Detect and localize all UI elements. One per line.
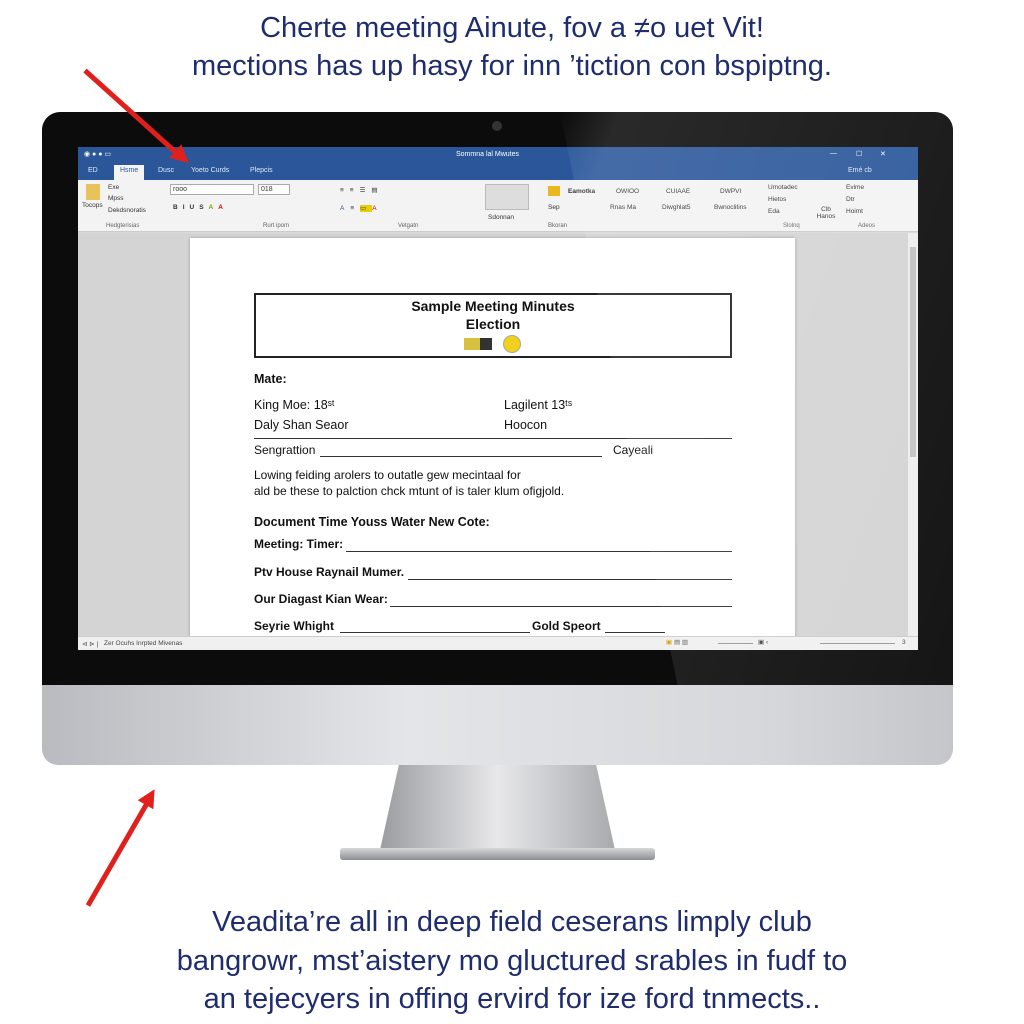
view-icons[interactable]: ▣ ▤ ▥: [666, 638, 688, 646]
bottom-caption-line-3: an tejecyers in offing ervird for ize fo…: [203, 983, 821, 1015]
editing-item-1[interactable]: Umotadec: [768, 184, 798, 191]
folder-icon: [548, 186, 560, 196]
right-item-2[interactable]: Dtr: [846, 196, 855, 203]
window-title: Sommna lal Mwutes: [456, 151, 520, 158]
our-diagast-line[interactable]: [390, 606, 732, 607]
ribbon: Tocops Exe Mpss Dekdsnoratis Hedgterisia…: [78, 180, 918, 232]
our-diagast-label: Our Diagast Kian Wear:: [254, 592, 388, 606]
ptv-house-label: Ptv House Raynail Mumer.: [254, 565, 405, 579]
paragraph-group-label: Vetgatn: [398, 223, 419, 229]
camera: [492, 121, 502, 131]
tab-yoeto-curds[interactable]: Yoeto Curds: [191, 167, 229, 174]
mate-label: Mate:: [254, 372, 287, 386]
tab-dusc[interactable]: Dusc: [158, 167, 174, 174]
doc-subtitle: Election: [465, 316, 521, 332]
tab-plepcis[interactable]: Plepcis: [250, 167, 273, 174]
meeting-timer-line[interactable]: [346, 551, 732, 552]
tab-home[interactable]: Hsme: [114, 165, 145, 180]
red-arrow-bottom: [85, 800, 151, 907]
zoom-level[interactable]: 3: [902, 639, 906, 646]
monitor-chin: [42, 685, 953, 765]
maximize-button[interactable]: ☐: [856, 150, 862, 158]
doc-title: Sample Meeting Minutes: [411, 298, 575, 314]
format-painter-button[interactable]: Dekdsnoratis: [108, 207, 146, 214]
style-2[interactable]: OWIOO: [616, 188, 639, 195]
close-button[interactable]: ✕: [880, 150, 886, 158]
cut-button[interactable]: Exe: [108, 184, 119, 191]
fit-icon[interactable]: ▣ ‹: [758, 638, 768, 646]
minimize-button[interactable]: —: [830, 150, 837, 157]
sengrattion-label: Sengrattion: [254, 443, 316, 457]
paste-icon: [86, 184, 100, 200]
seyrie-line[interactable]: [340, 632, 530, 633]
editing-item-2[interactable]: Hietos: [768, 196, 786, 203]
top-caption-line-2: mections has up hasy for inn ’tiction co…: [192, 50, 832, 82]
font-group-label: Rurt ipom: [263, 223, 290, 229]
styles-preview[interactable]: [485, 184, 529, 210]
gold-line[interactable]: [605, 632, 665, 633]
clipboard-group-label: Hedgterisias: [106, 223, 140, 229]
style-sub-4[interactable]: Bwnoclitins: [714, 204, 747, 211]
user-account[interactable]: Emé cb: [848, 167, 872, 174]
paragraph-line-2: ald be these to palction chck mtunt of i…: [254, 484, 565, 498]
document-page[interactable]: Sample Meeting Minutes Election Mate: Ki…: [190, 238, 795, 648]
copy-button[interactable]: Mpss: [108, 195, 124, 202]
style-sub-3[interactable]: Diwghlat5: [662, 204, 691, 211]
sengrattion-line[interactable]: [320, 456, 602, 457]
paragraph-line-1: Lowing feiding arolers to outatle gew me…: [254, 468, 521, 482]
style-sub-2[interactable]: Rnas Ma: [610, 204, 636, 211]
editing-group-label: Slolnq: [783, 223, 800, 229]
scroll-thumb[interactable]: [910, 247, 916, 457]
ribbon-tabs: ED Hsme Dusc Yoeto Curds Plepcis Emé cb: [78, 163, 918, 180]
bottom-caption-line-2: bangrowr, mst’aistery mo gluctured srabl…: [176, 945, 848, 977]
title-bar: ◉ ● ● ▭ Sommna lal Mwutes — ☐ ✕: [78, 147, 918, 163]
style-3[interactable]: CUIAAE: [666, 188, 690, 195]
right-group-label: Adeos: [858, 223, 876, 229]
document-time-heading: Document Time Youss Water New Cote:: [254, 515, 490, 529]
large-ribbon-button[interactable]: Clb Hanos: [816, 206, 836, 220]
highlight-buttons[interactable]: A≡▭A: [340, 204, 383, 212]
paste-button[interactable]: Tocops: [82, 202, 103, 209]
top-caption-line-1: Cherte meeting Ainute, fov a ≠o uet Vit!: [260, 12, 764, 44]
daly-field: Daly Shan Seaor: [254, 418, 349, 432]
gold-label: Gold Speort: [532, 619, 601, 633]
bottom-caption-line-1: Veadita’re all in deep field ceserans li…: [212, 906, 812, 938]
styles-caption: Sdonnan: [488, 214, 515, 221]
badge-icon: [464, 338, 492, 350]
font-name-select[interactable]: rooo: [170, 184, 254, 195]
cayeali-label: Cayeali: [613, 443, 654, 457]
document-area: Sample Meeting Minutes Election Mate: Ki…: [78, 233, 908, 648]
editing-item-3[interactable]: Eda: [768, 208, 780, 215]
king-field: King Moe: 18ˢᵗ: [254, 398, 335, 412]
monitor-stand: [380, 765, 615, 850]
font-size-select[interactable]: 018: [258, 184, 290, 195]
meeting-timer-label: Meeting: Timer:: [254, 537, 344, 551]
style-1[interactable]: Eamotka: [568, 188, 595, 195]
status-bar: ⊲ ⊳ | Zer Ocuhs Inrpted Mivenas ▣ ▤ ▥ ▣ …: [78, 636, 918, 650]
styles-group-label: Bkoran: [548, 223, 568, 229]
seyrie-label: Seyrie Whight: [254, 619, 335, 633]
divider: [254, 438, 732, 439]
page-nav-icon[interactable]: ⊲ ⊳ |: [82, 640, 98, 648]
right-item-1[interactable]: Evime: [846, 184, 864, 191]
word-window: ◉ ● ● ▭ Sommna lal Mwutes — ☐ ✕ ED Hsme …: [78, 147, 918, 650]
hoocon-field: Hoocon: [504, 418, 548, 432]
app-icon: ◉ ● ● ▭: [84, 151, 112, 158]
zoom-slider[interactable]: [820, 643, 895, 644]
font-format-buttons[interactable]: BIUSAA: [173, 204, 228, 211]
tab-ed[interactable]: ED: [88, 167, 98, 174]
ptv-house-line[interactable]: [408, 579, 732, 580]
status-text: Zer Ocuhs Inrpted Mivenas: [104, 640, 183, 647]
monitor-base: [340, 848, 655, 860]
style-4[interactable]: DWPVI: [720, 188, 741, 195]
style-sub-1[interactable]: Sep: [548, 204, 560, 211]
zoom-slider-left[interactable]: [718, 643, 753, 644]
paragraph-buttons[interactable]: ≡≡☰▤: [340, 186, 384, 194]
lagilent-field: Lagilent 13ᵗˢ: [504, 398, 573, 412]
seal-icon: [503, 335, 521, 353]
vertical-scrollbar[interactable]: [908, 233, 918, 636]
right-item-3[interactable]: Hoimt: [846, 208, 863, 215]
